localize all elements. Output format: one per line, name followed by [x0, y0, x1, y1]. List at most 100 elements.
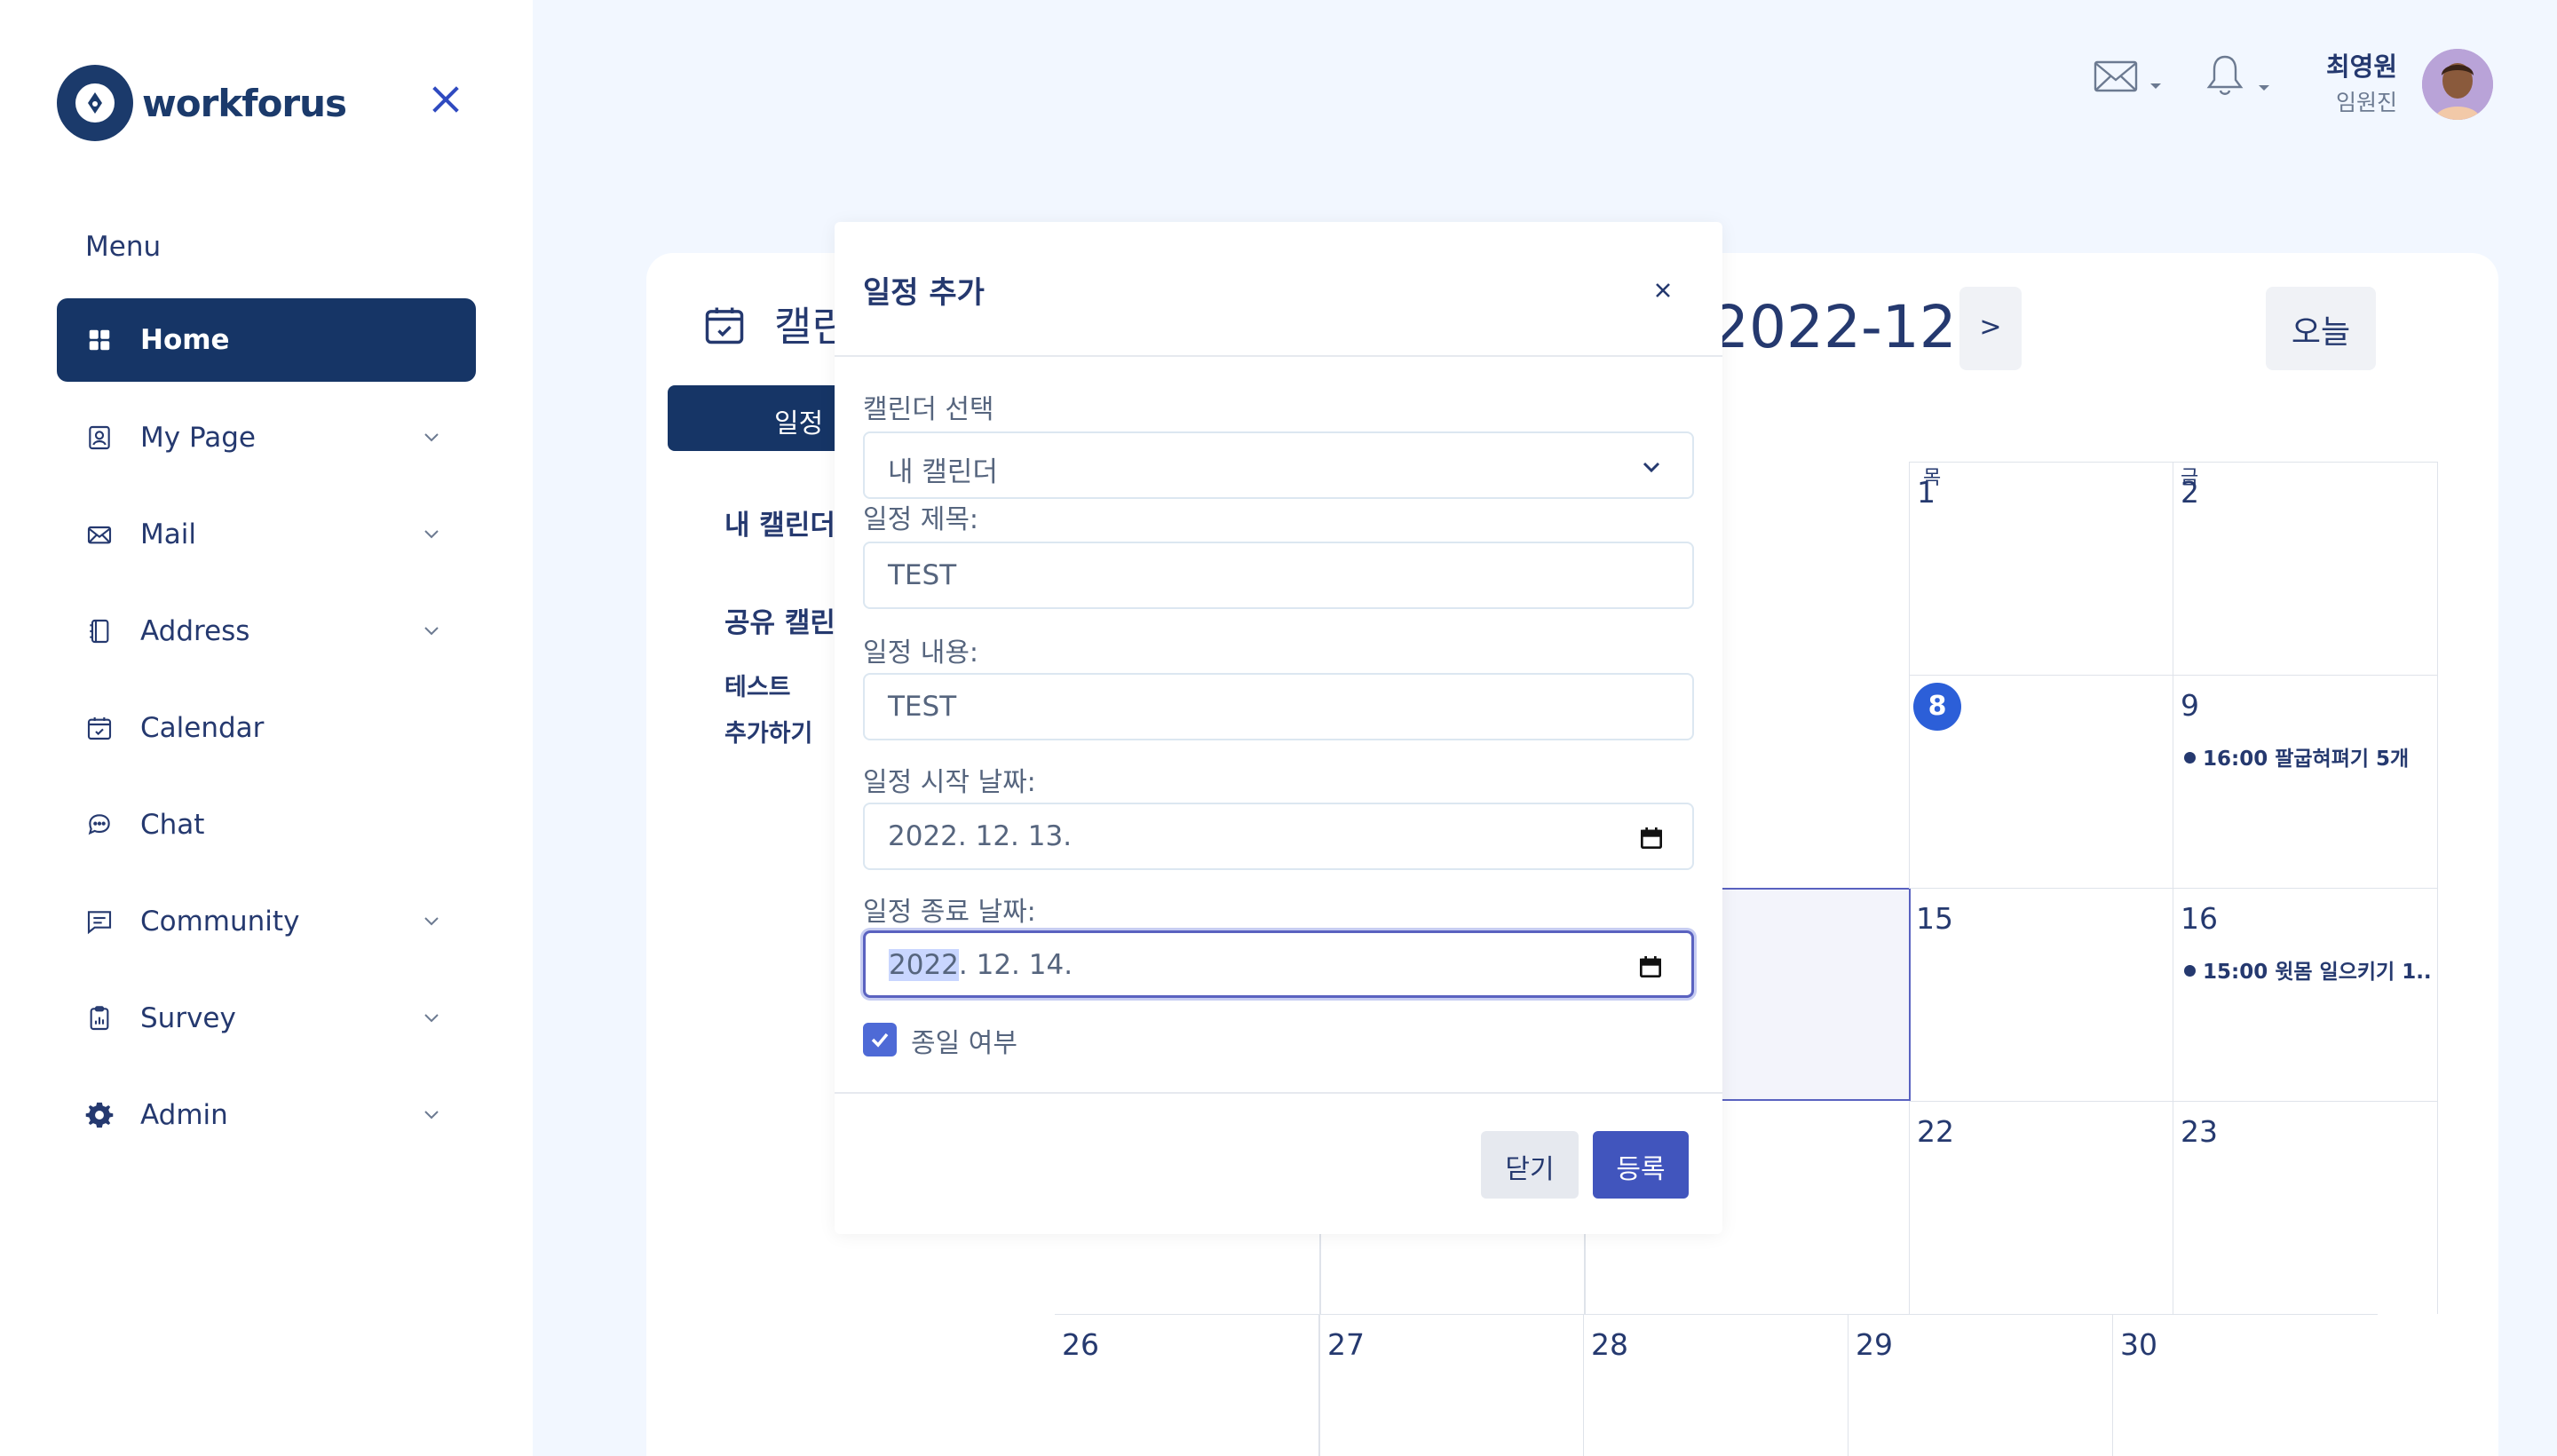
modal-title: 일정 추가: [863, 275, 985, 311]
shared-calendar-heading[interactable]: 공유 캘린: [724, 600, 835, 640]
sidebar-item-community[interactable]: Community: [57, 880, 476, 963]
day-number: 22: [1917, 1114, 1954, 1149]
sidebar-item-address[interactable]: Address: [57, 590, 476, 673]
sidebar-item-home[interactable]: Home: [57, 298, 476, 382]
calendar-day-cell[interactable]: 22: [1909, 1101, 2173, 1314]
shared-calendar-add[interactable]: 추가하기: [724, 714, 812, 748]
calendar-check-icon: [705, 307, 744, 344]
sidebar-item-mail[interactable]: Mail: [57, 493, 476, 576]
user-name[interactable]: 최영원: [2308, 46, 2397, 83]
event-title-input[interactable]: TEST: [863, 542, 1694, 609]
my-calendar-heading[interactable]: 내 캘린더: [724, 502, 835, 542]
calendar-day-cell[interactable]: 30: [2113, 1314, 2378, 1456]
day-number: 15: [1916, 901, 1953, 936]
user-role: 임원진: [2335, 90, 2397, 115]
gear-icon: [83, 1099, 115, 1131]
event-title-label: 일정 제목:: [863, 504, 979, 535]
close-icon[interactable]: [1641, 268, 1685, 313]
event-content-value: TEST: [888, 691, 957, 723]
grid-icon: [83, 324, 115, 356]
day-number: 16: [2181, 901, 2218, 936]
sidebar-item-my-page[interactable]: My Page: [57, 396, 476, 479]
calendar-day-cell[interactable]: 23: [2173, 1101, 2438, 1314]
calendar-select[interactable]: 내 캘린더: [863, 431, 1694, 499]
sidebar-item-chat[interactable]: Chat: [57, 783, 476, 866]
submit-button[interactable]: 등록: [1593, 1131, 1689, 1199]
calendar-event[interactable]: 16:00 팔굽혀펴기 5개: [2184, 741, 2433, 772]
calendar-day-cell[interactable]: 27: [1319, 1314, 1584, 1456]
calendar-day-cell[interactable]: 2: [2173, 462, 2438, 675]
sidebar-item-label: Community: [140, 906, 300, 938]
sidebar-item-label: Home: [140, 324, 230, 356]
event-content-label: 일정 내용:: [863, 637, 979, 669]
calendar-day-cell[interactable]: 26: [1055, 1314, 1319, 1456]
sidebar-item-label: Mail: [140, 518, 196, 550]
divider: [835, 355, 1722, 357]
day-number: 28: [1591, 1327, 1628, 1362]
divider: [835, 1092, 1722, 1094]
sidebar-item-label: Address: [140, 615, 250, 647]
start-date-input[interactable]: 2022. 12. 13.: [863, 803, 1694, 870]
calendar-check-icon: [83, 712, 115, 744]
end-date-year-selected: 2022: [889, 949, 959, 981]
end-date-rest: . 12. 14.: [958, 949, 1073, 981]
chevron-down-icon: [1643, 462, 1660, 473]
logo-icon: [57, 65, 133, 141]
calendar-day-cell[interactable]: 15: [1909, 888, 2173, 1101]
chevron-down-icon: [424, 1014, 439, 1023]
event-title-value: TEST: [888, 559, 957, 591]
day-number: 27: [1327, 1327, 1365, 1362]
sidebar-item-label: Survey: [140, 1002, 236, 1034]
calendar-icon[interactable]: [1637, 824, 1666, 852]
person-badge-icon: [83, 422, 115, 454]
envelope-icon: [83, 518, 115, 550]
day-number: 30: [2120, 1327, 2157, 1362]
add-event-modal: 일정 추가 캘린더 선택 내 캘린더 일정 제목: TEST 일정 내용: TE…: [835, 222, 1722, 1234]
sidebar-item-calendar[interactable]: Calendar: [57, 686, 476, 770]
chevron-down-icon: [424, 627, 439, 636]
end-date-input[interactable]: 2022. 12. 14.: [863, 930, 1694, 998]
avatar-image: [2422, 49, 2493, 120]
today-day-number: 8: [1913, 683, 1961, 731]
end-date-label: 일정 종료 날짜:: [863, 897, 1036, 928]
day-number: 23: [2181, 1114, 2218, 1149]
day-number: 1: [1917, 475, 1936, 510]
brand-logo[interactable]: workforus: [57, 65, 347, 141]
pen-nib-icon: [88, 92, 102, 114]
chevron-down-icon: [424, 530, 439, 539]
event-content-input[interactable]: TEST: [863, 673, 1694, 740]
message-square-icon: [83, 906, 115, 938]
today-button[interactable]: 오늘: [2266, 287, 2376, 370]
address-book-icon: [83, 615, 115, 647]
chevron-down-icon: [424, 917, 439, 926]
shared-calendar-item[interactable]: 테스트: [724, 668, 791, 702]
brand-name: workforus: [142, 81, 347, 125]
close-button[interactable]: 닫기: [1481, 1131, 1579, 1199]
allday-label[interactable]: 종일 여부: [911, 1021, 1017, 1060]
calendar-day-cell[interactable]: 29: [1848, 1314, 2113, 1456]
day-number: 9: [2181, 688, 2199, 723]
sidebar-item-survey[interactable]: Survey: [57, 977, 476, 1060]
sidebar-item-label: Admin: [140, 1099, 228, 1131]
sidebar-item-admin[interactable]: Admin: [57, 1073, 476, 1157]
sidebar: workforus Menu Home My Page Mail Address: [0, 0, 533, 1456]
chat-dots-icon: [83, 809, 115, 841]
allday-checkbox[interactable]: [863, 1023, 897, 1056]
calendar-day-cell[interactable]: 16 15:00 윗몸 일으키기 1...: [2173, 888, 2438, 1101]
bell-dropdown-icon[interactable]: [2205, 53, 2276, 101]
next-month-button[interactable]: >: [1959, 287, 2022, 370]
close-icon[interactable]: [428, 82, 463, 117]
calendar-select-label: 캘린더 선택: [863, 394, 994, 425]
calendar-day-cell[interactable]: 9 16:00 팔굽혀펴기 5개: [2173, 675, 2438, 888]
avatar[interactable]: [2422, 49, 2493, 120]
current-month: 2022-12: [1712, 293, 1957, 361]
clipboard-chart-icon: [83, 1002, 115, 1034]
mail-dropdown-icon[interactable]: [2094, 59, 2165, 98]
calendar-event[interactable]: 15:00 윗몸 일으키기 1...: [2184, 954, 2433, 985]
calendar-day-cell[interactable]: 1: [1909, 462, 2173, 675]
start-date-label: 일정 시작 날짜:: [863, 767, 1036, 798]
calendar-day-cell[interactable]: 28: [1584, 1314, 1848, 1456]
sidebar-item-label: Chat: [140, 809, 205, 841]
calendar-day-cell[interactable]: 8: [1909, 675, 2173, 888]
calendar-icon[interactable]: [1636, 953, 1665, 981]
